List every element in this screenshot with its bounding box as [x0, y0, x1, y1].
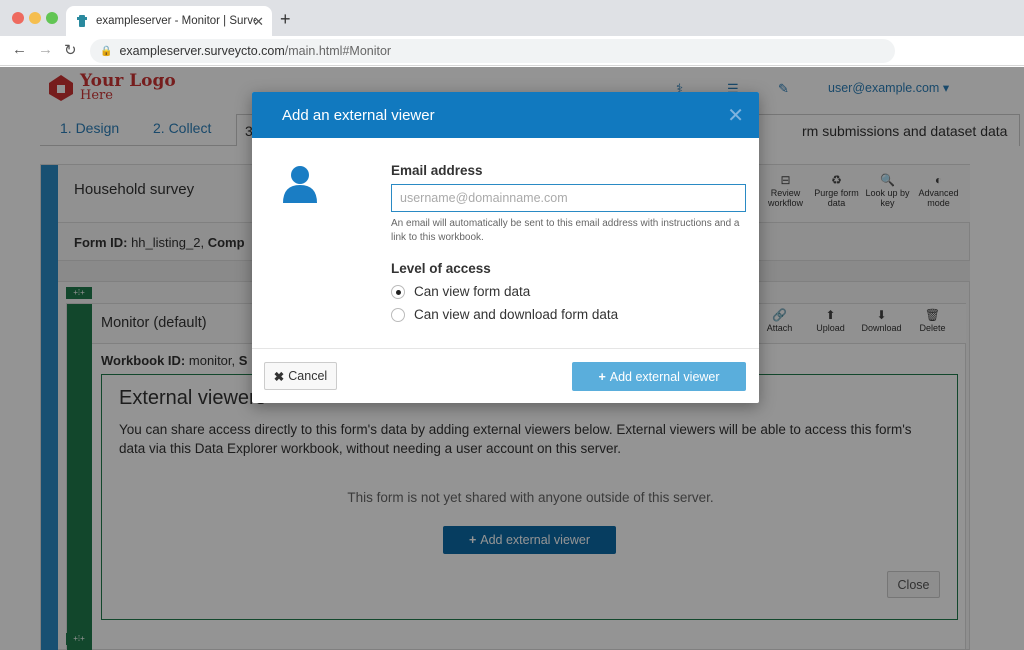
email-help-text: An email will automatically be sent to t… — [391, 218, 740, 243]
dialog-title: Add an external viewer — [282, 107, 435, 124]
access-option-view-download[interactable]: Can view and download form data — [391, 307, 618, 322]
forward-arrow-icon[interactable]: → — [38, 41, 53, 58]
plus-icon: + — [598, 369, 606, 384]
add-external-viewer-dialog: Add an external viewer ✕ Email address A… — [252, 92, 759, 403]
confirm-add-label: Add external viewer — [609, 369, 720, 384]
address-bar: ← → ↻ 🔒 exampleserver.surveycto.com/main… — [0, 36, 1024, 66]
new-tab-button[interactable]: + — [280, 9, 291, 30]
browser-tab[interactable]: exampleserver - Monitor | Survey ✕ — [66, 6, 272, 36]
surveycto-favicon-icon — [77, 15, 87, 27]
browser-tab-bar: exampleserver - Monitor | Survey ✕ + — [0, 0, 1024, 36]
user-avatar-icon — [283, 166, 317, 203]
radio-view-download[interactable] — [391, 307, 405, 322]
tab-title: exampleserver - Monitor | Survey — [96, 15, 256, 27]
email-input[interactable] — [391, 184, 746, 212]
access-option-view-download-label: Can view and download form data — [414, 307, 619, 322]
access-level-label: Level of access — [391, 261, 491, 276]
cancel-label: Cancel — [288, 369, 328, 383]
x-icon: ✖ — [273, 369, 285, 384]
tab-close-icon[interactable]: ✕ — [253, 14, 264, 30]
back-arrow-icon[interactable]: ← — [12, 41, 27, 58]
access-option-view-label: Can view form data — [414, 284, 531, 299]
radio-view-selected[interactable] — [391, 284, 405, 299]
email-label: Email address — [391, 163, 483, 178]
reload-icon[interactable]: ↻ — [64, 41, 77, 59]
url-path: /main.html#Monitor — [284, 44, 392, 58]
dialog-header: Add an external viewer ✕ — [252, 92, 759, 138]
dialog-footer-divider — [252, 348, 759, 349]
maximize-window-button[interactable] — [46, 12, 58, 24]
close-window-button[interactable] — [12, 12, 24, 24]
minimize-window-button[interactable] — [29, 12, 41, 24]
lock-icon: 🔒 — [100, 45, 113, 57]
access-option-view[interactable]: Can view form data — [391, 284, 530, 299]
cancel-button[interactable]: ✖ Cancel — [264, 362, 337, 390]
url-host: exampleserver.surveycto.com — [119, 44, 285, 58]
confirm-add-external-viewer-button[interactable]: + Add external viewer — [572, 362, 746, 391]
url-field[interactable]: 🔒 exampleserver.surveycto.com/main.html#… — [90, 39, 895, 63]
dialog-close-icon[interactable]: ✕ — [727, 103, 744, 128]
